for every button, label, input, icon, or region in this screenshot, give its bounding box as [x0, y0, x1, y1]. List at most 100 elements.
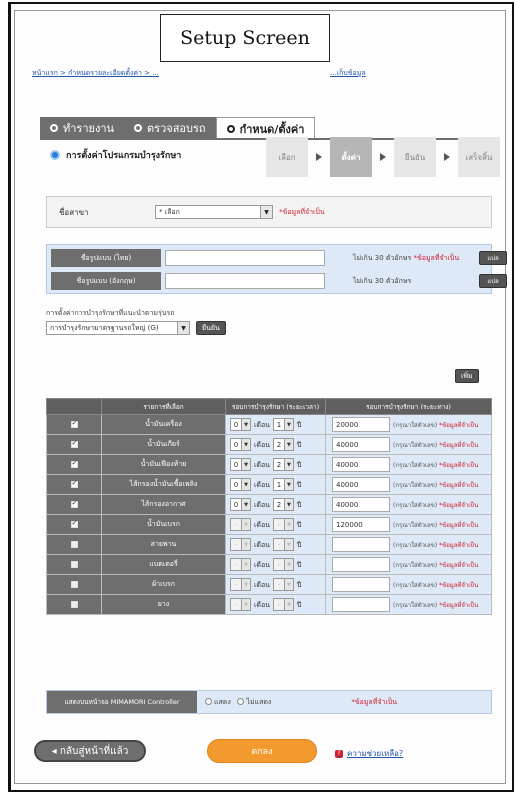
- year-select[interactable]: - ▼: [230, 558, 251, 571]
- chevron-down-icon: ▼: [241, 499, 250, 510]
- year-select[interactable]: 0 ▼: [230, 438, 251, 451]
- distance-input[interactable]: [332, 557, 390, 572]
- month-select[interactable]: - ▼: [272, 518, 294, 531]
- distance-cell: (กรุณาใส่ตัวเลข) *ข้อมูลที่จำเป็น: [325, 534, 492, 555]
- step-settings: ตั้งค่า: [330, 137, 372, 177]
- setup-screen-label: Setup Screen: [160, 14, 330, 62]
- row-checkbox[interactable]: [70, 499, 78, 508]
- month-select[interactable]: 2 ▼: [272, 438, 294, 451]
- year-select[interactable]: - ▼: [230, 538, 251, 551]
- month-select[interactable]: 2 ▼: [272, 458, 294, 471]
- year-unit: ปี: [296, 600, 302, 609]
- hide-radio[interactable]: [237, 698, 245, 705]
- tab-label: ทำรายงาน: [63, 121, 115, 135]
- distance-input[interactable]: [332, 577, 390, 592]
- radio-dot-icon: [134, 123, 143, 132]
- tab-settings[interactable]: กำหนด/ตั้งค่า: [215, 117, 316, 139]
- program-select-value: การบำรุงรักษามาตรฐานรถใหญ่ (G): [50, 323, 159, 332]
- distance-cell: 20000 (กรุณาใส่ตัวเลข) *ข้อมูลที่จำเป็น: [325, 414, 492, 435]
- distance-input[interactable]: [332, 597, 390, 612]
- breadcrumb[interactable]: หน้าแรก > กำหนดรายละเอียดตั้งค่า > ...: [32, 68, 159, 79]
- row-checkbox[interactable]: [70, 479, 78, 488]
- thai-name-input[interactable]: [165, 250, 325, 266]
- distance-note: (กรุณาใส่ตัวเลข) *ข้อมูลที่จำเป็น: [393, 561, 479, 569]
- month-select[interactable]: - ▼: [272, 578, 294, 591]
- bullet-icon: [50, 150, 60, 160]
- month-select[interactable]: - ▼: [272, 538, 294, 551]
- translate-button[interactable]: แปล: [479, 251, 507, 265]
- year-select[interactable]: 0 ▼: [230, 498, 251, 511]
- distance-cell: 40000 (กรุณาใส่ตัวเลข) *ข้อมูลที่จำเป็น: [325, 474, 492, 495]
- distance-cell: 40000 (กรุณาใส่ตัวเลข) *ข้อมูลที่จำเป็น: [325, 494, 492, 515]
- row-checkbox[interactable]: [70, 541, 78, 548]
- row-check-cell: [46, 514, 102, 535]
- translate-button[interactable]: แปล: [479, 274, 507, 288]
- item-name: ไส้กรองน้ำมันเชื้อเพลิง: [101, 474, 226, 495]
- add-item-button[interactable]: เพิ่ม: [455, 369, 479, 383]
- row-checkbox[interactable]: [70, 561, 78, 568]
- tab-report[interactable]: ทำรายงาน: [40, 117, 125, 138]
- save-button[interactable]: ตกลง: [207, 739, 317, 763]
- month-select[interactable]: - ▼: [272, 558, 294, 571]
- distance-input[interactable]: [332, 537, 390, 552]
- month-unit: เดือน: [254, 440, 270, 449]
- row-checkbox[interactable]: [70, 419, 78, 428]
- arrow-right-icon: [444, 153, 450, 161]
- chevron-down-icon: ▼: [241, 599, 250, 610]
- row-checkbox[interactable]: [70, 439, 78, 448]
- col-header-distance: รอบการบำรุงรักษา (ระยะทาง): [325, 398, 492, 415]
- chevron-down-icon: ▼: [241, 539, 250, 550]
- tab-label: ตรวจสอบรถ: [147, 121, 206, 135]
- distance-input[interactable]: 40000: [332, 457, 390, 472]
- distance-input[interactable]: 40000: [332, 497, 390, 512]
- period-cell: - ▼ เดือน - ▼ ปี: [225, 594, 326, 615]
- month-select[interactable]: 1 ▼: [272, 418, 294, 431]
- program-row: การบำรุงรักษามาตรฐานรถใหญ่ (G) ▼ ยืนยัน: [46, 321, 226, 335]
- controller-label: แสดงบนหน้าจอ MIMAMORI Controller: [47, 691, 197, 713]
- item-name: ไส้กรองอากาศ: [101, 494, 226, 515]
- chevron-down-icon: ▼: [283, 599, 293, 610]
- year-select[interactable]: 0 ▼: [230, 478, 251, 491]
- table-row: น้ำมันเครื่อง0▼เดือน1▼ปี20000(กรุณาใส่ตั…: [46, 414, 492, 435]
- row-check-cell: [46, 434, 102, 455]
- col-header-item: รายการที่เลือก: [101, 398, 226, 415]
- branch-select[interactable]: * เลือก ▼: [155, 205, 273, 219]
- table-row: ผ้าเบรก - ▼ เดือน - ▼ ปี (กรุณาใส่ตัวเลข) *ข้อม…: [46, 574, 492, 595]
- eng-name-input[interactable]: [165, 273, 325, 289]
- row-checkbox[interactable]: [70, 459, 78, 468]
- distance-input[interactable]: 40000: [332, 437, 390, 452]
- table-row: น้ำมันเฟืองท้าย0▼เดือน2▼ปี40000(กรุณาใส่…: [46, 454, 492, 475]
- show-radio[interactable]: [205, 698, 212, 705]
- year-select[interactable]: 0 ▼: [230, 458, 251, 471]
- month-unit: เดือน: [254, 500, 270, 509]
- program-select[interactable]: การบำรุงรักษามาตรฐานรถใหญ่ (G) ▼: [46, 321, 190, 335]
- distance-cell: 40000 (กรุณาใส่ตัวเลข) *ข้อมูลที่จำเป็น: [325, 434, 492, 455]
- required-note: *ข้อมูลที่จำเป็น: [351, 697, 397, 706]
- arrow-right-icon: [316, 153, 322, 161]
- year-select[interactable]: 0 ▼: [230, 418, 251, 431]
- period-cell: - ▼ เดือน - ▼ ปี: [225, 554, 326, 575]
- month-select[interactable]: - ▼: [272, 598, 294, 611]
- chevron-down-icon: ▼: [241, 519, 250, 530]
- back-button[interactable]: ◂ กลับสู่หน้าที่แล้ว: [34, 740, 146, 762]
- period-cell: 0 ▼ เดือน 2 ▼ ปี: [225, 494, 326, 515]
- help-link[interactable]: ? ความช่วยเหลือ?: [335, 747, 403, 760]
- year-select[interactable]: - ▼: [230, 518, 251, 531]
- month-unit: เดือน: [254, 540, 270, 549]
- month-unit: เดือน: [254, 420, 270, 429]
- distance-input[interactable]: 120000: [332, 517, 390, 532]
- distance-input[interactable]: 40000: [332, 477, 390, 492]
- row-checkbox[interactable]: [70, 519, 78, 528]
- item-name: น้ำมันเบรก: [101, 514, 226, 535]
- row-checkbox[interactable]: [70, 601, 78, 608]
- eng-name-row: ชื่อรูปแบบ (อังกฤษ) ไม่เกิน 30 ตัวอักษร …: [51, 272, 507, 290]
- month-select[interactable]: 2 ▼: [272, 498, 294, 511]
- row-checkbox[interactable]: [70, 581, 78, 588]
- tab-inspection[interactable]: ตรวจสอบรถ: [124, 117, 216, 138]
- year-select[interactable]: - ▼: [230, 578, 251, 591]
- year-unit: ปี: [296, 420, 302, 429]
- program-confirm-button[interactable]: ยืนยัน: [196, 321, 226, 335]
- distance-input[interactable]: 20000: [332, 417, 390, 432]
- year-select[interactable]: - ▼: [230, 598, 251, 611]
- month-select[interactable]: 1 ▼: [272, 478, 294, 491]
